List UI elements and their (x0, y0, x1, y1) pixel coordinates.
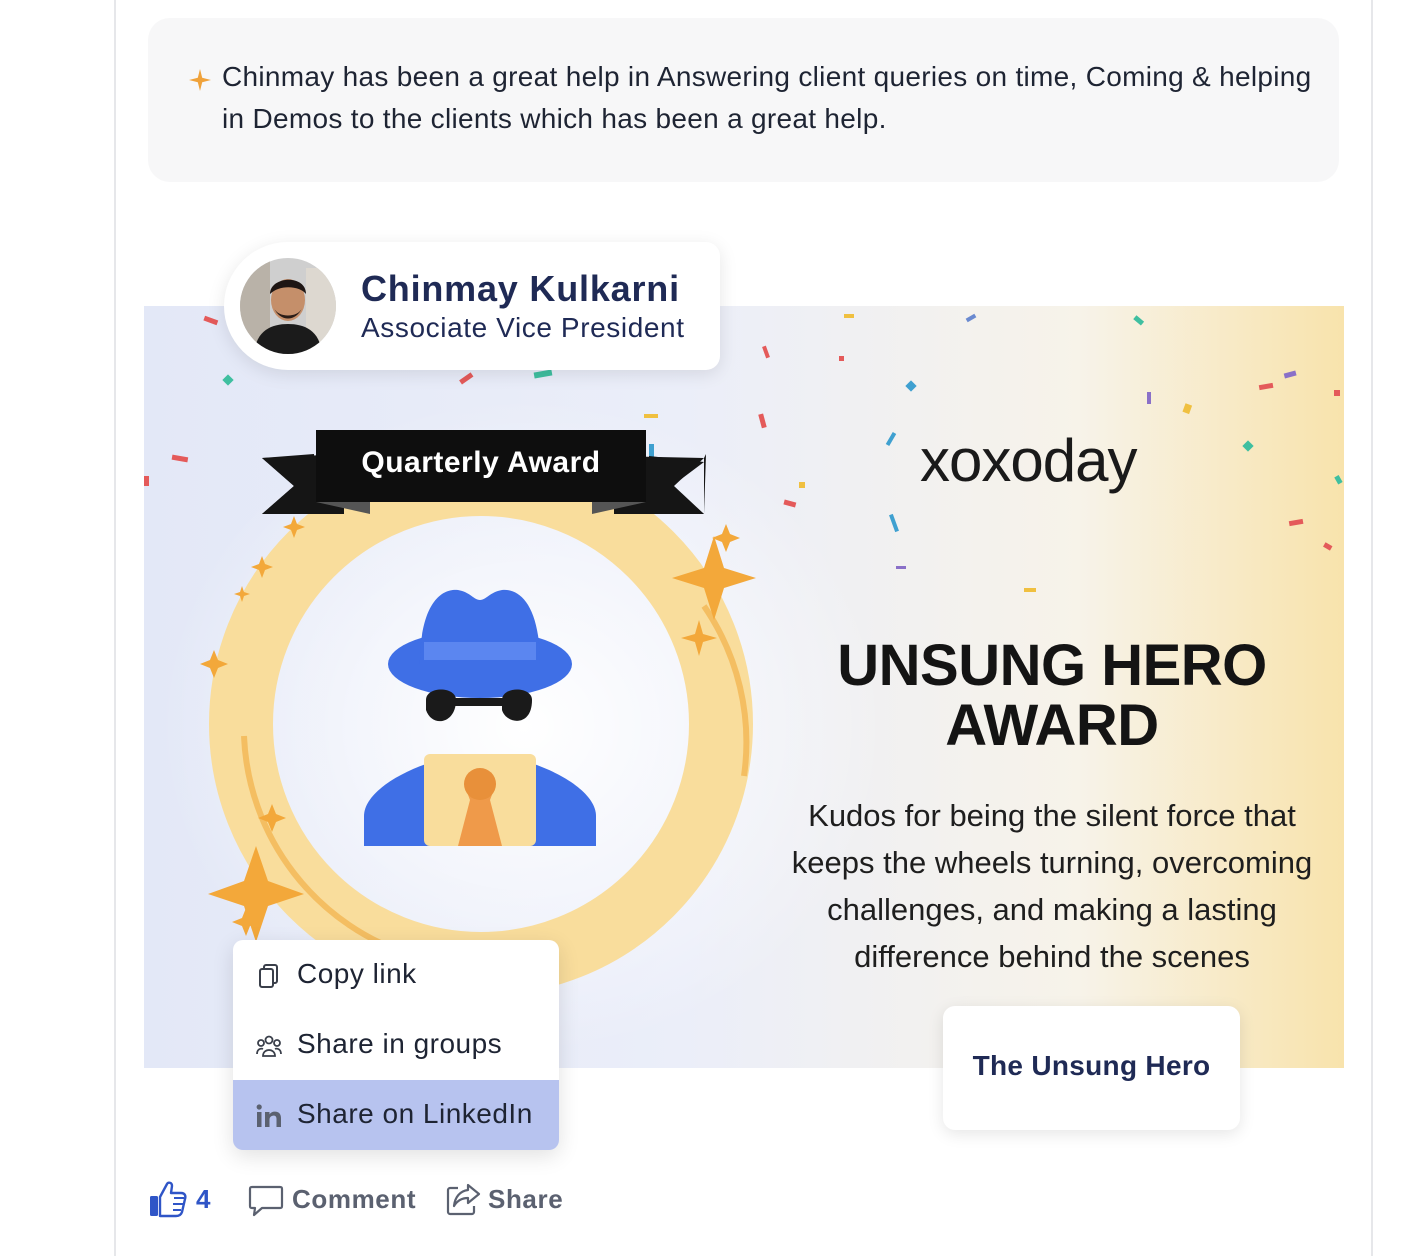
comment-label: Comment (292, 1184, 417, 1214)
award-tag: The Unsung Hero (972, 1050, 1211, 1081)
comment-icon (248, 1185, 284, 1217)
message-text: Chinmay has been a great help in Answeri… (222, 61, 1312, 134)
menu-item-copy-link[interactable]: Copy link (233, 940, 559, 1010)
group-icon (256, 1035, 282, 1057)
feed-left-border (114, 0, 116, 1256)
share-menu: Copy link Share in groups Share on Linke… (233, 940, 559, 1150)
post-actions: 4 Comment Share (146, 1176, 606, 1226)
award-title-line2: AWARD (945, 693, 1159, 758)
menu-item-label: Share on LinkedIn (297, 1098, 533, 1129)
menu-item-label: Share in groups (297, 1028, 503, 1059)
copy-icon (259, 964, 278, 988)
avatar[interactable] (240, 258, 336, 354)
like-button[interactable]: 4 (146, 1176, 216, 1226)
thumbs-up-icon (150, 1181, 187, 1218)
brand-logo: xoxoday (920, 427, 1137, 494)
sparkle-icon (189, 69, 211, 91)
recipient-role: Associate Vice President (361, 312, 685, 343)
ribbon-label: Quarterly Award (361, 446, 601, 479)
menu-item-label: Copy link (297, 958, 417, 989)
linkedin-icon (256, 1104, 281, 1127)
appreciation-message: Chinmay has been a great help in Answeri… (148, 18, 1339, 182)
avatar-photo (240, 258, 336, 354)
recipient-name[interactable]: Chinmay Kulkarni (361, 268, 680, 310)
feed-right-border (1371, 0, 1373, 1256)
share-icon (446, 1183, 481, 1216)
share-label: Share (488, 1184, 564, 1214)
share-button[interactable]: Share (444, 1176, 584, 1226)
comment-button[interactable]: Comment (246, 1176, 416, 1226)
detective-illustration (364, 589, 596, 846)
award-description: Kudos for being the silent force that ke… (791, 798, 1313, 974)
award-tag-card: The Unsung Hero (943, 1006, 1240, 1130)
menu-item-share-groups[interactable]: Share in groups (233, 1010, 559, 1080)
recipient-card[interactable]: Chinmay Kulkarni Associate Vice Presiden… (224, 242, 720, 370)
award-title: UNSUNG HERO AWARD (792, 636, 1312, 756)
award-title-line1: UNSUNG HERO (837, 633, 1267, 698)
like-count: 4 (196, 1184, 212, 1214)
menu-item-share-linkedin[interactable]: Share on LinkedIn (233, 1080, 559, 1150)
